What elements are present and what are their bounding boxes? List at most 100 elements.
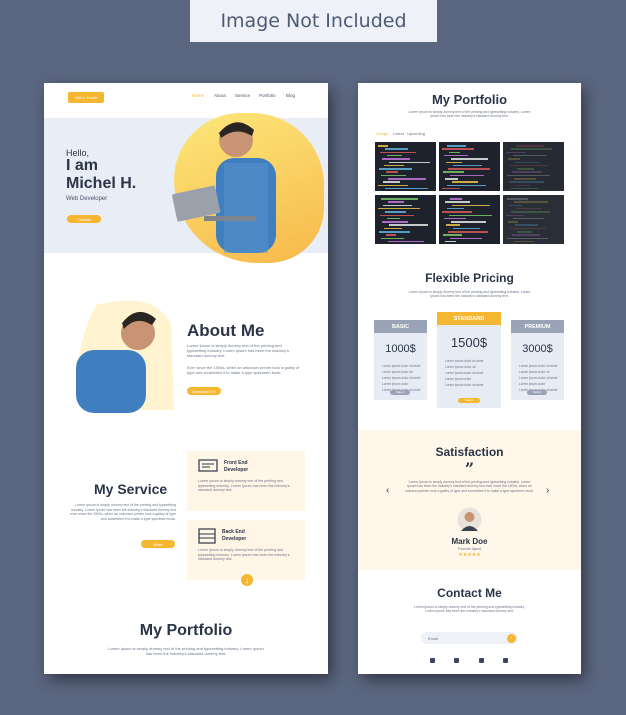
- about-person-illustration: [76, 300, 174, 413]
- portfolio-thumb-4[interactable]: [375, 195, 436, 244]
- image-not-included-banner: Image Not Included: [190, 0, 437, 42]
- code-line: [448, 231, 488, 233]
- portfolio-thumb-1[interactable]: [375, 142, 436, 191]
- contact-button[interactable]: Contact: [67, 215, 101, 223]
- code-line: [514, 240, 534, 243]
- code-line: [442, 187, 460, 190]
- code-line: [379, 168, 412, 170]
- plan-premium-price: 3000$: [522, 343, 553, 355]
- code-line: [385, 187, 428, 190]
- plan-standard-select-button[interactable]: Select: [458, 398, 480, 403]
- left-portfolio-title: My Portfolio: [139, 622, 233, 639]
- nav-home[interactable]: Home: [192, 93, 204, 98]
- pricing-title: Flexible Pricing: [425, 271, 514, 285]
- code-line: [380, 214, 414, 216]
- code-line: [446, 224, 460, 226]
- code-line: [382, 221, 408, 223]
- code-line: [510, 164, 548, 167]
- facebook-icon[interactable]: [454, 658, 459, 663]
- code-line: [511, 211, 550, 213]
- code-line: [453, 227, 480, 230]
- next-arrow-icon[interactable]: ›: [546, 485, 549, 496]
- service-card-frontend[interactable]: Front End Developer Lorem Ipsum is simpl…: [187, 451, 305, 511]
- contact-text: Lorem Ipsum is simply dummy text of the …: [413, 605, 526, 614]
- code-line: [515, 161, 540, 163]
- plan-premium: PREMIUM 3000$ Lorem ipsum dolor sit amet…: [511, 320, 564, 400]
- plan-basic-select-button[interactable]: Select: [390, 390, 410, 395]
- twitter-icon[interactable]: [430, 658, 435, 663]
- portfolio-thumb-2[interactable]: [439, 142, 500, 191]
- nav-about[interactable]: About: [214, 93, 226, 98]
- scroll-down-arrow-icon[interactable]: ↓: [241, 574, 253, 586]
- plan-feature: Lorem ipsum dolor sit amet: [445, 383, 484, 387]
- plan-standard-features: Lorem ipsum dolor sit amet Lorem ipsum d…: [437, 358, 501, 388]
- code-line: [512, 234, 540, 236]
- code-line: [507, 174, 550, 177]
- about-paragraph-2: Ever since the 1500s, when an unknown pr…: [187, 365, 300, 375]
- backend-title-2: Developer: [222, 536, 247, 542]
- code-line: [517, 231, 532, 233]
- code-line: [514, 178, 536, 180]
- service-text: Lorem Ipsum is simply dummy text of the …: [70, 503, 176, 521]
- plan-standard-name: STANDARD: [437, 312, 501, 325]
- code-line: [443, 171, 464, 173]
- code-line: [517, 168, 534, 170]
- code-line: [388, 178, 426, 180]
- tab-upcoming[interactable]: Upcoming: [407, 131, 425, 136]
- portfolio-thumb-3[interactable]: [503, 142, 564, 191]
- code-line: [378, 184, 408, 187]
- plan-premium-select-button[interactable]: Select: [527, 390, 547, 395]
- testimonial-position: Founder Agent: [458, 547, 481, 551]
- nav-portfolio[interactable]: Portfolio: [259, 93, 276, 98]
- code-line: [515, 224, 538, 226]
- code-line: [450, 198, 462, 200]
- code-line: [516, 184, 530, 187]
- code-line: [451, 158, 488, 160]
- code-line: [384, 164, 404, 167]
- code-line: [507, 237, 548, 240]
- code-line: [449, 151, 460, 154]
- instagram-icon[interactable]: [503, 658, 508, 663]
- send-arrow-icon[interactable]: ›: [507, 634, 516, 643]
- code-line: [511, 187, 538, 190]
- plan-basic-price: 1000$: [385, 343, 416, 355]
- banner-text: Image Not Included: [220, 10, 407, 32]
- nav-service[interactable]: Service: [235, 93, 250, 98]
- nav-blog[interactable]: Blog: [286, 93, 295, 98]
- plan-premium-features: Lorem ipsum dolor sit amet Lorem ipsum d…: [511, 363, 564, 393]
- code-line: [447, 207, 464, 210]
- code-line: [381, 174, 406, 177]
- code-line: [445, 201, 470, 203]
- code-line: [389, 161, 430, 163]
- get-in-touch-button[interactable]: Get in Touch: [68, 92, 104, 103]
- code-line: [447, 184, 486, 187]
- tab-design[interactable]: Design: [376, 131, 388, 136]
- portfolio-title: My Portfolio: [431, 92, 508, 107]
- satisfaction-title: Satisfaction: [435, 445, 504, 459]
- code-line: [514, 201, 548, 203]
- code-line: [387, 154, 402, 157]
- email-field[interactable]: Email ›: [421, 632, 518, 644]
- code-line: [444, 154, 468, 157]
- landing-page-right: My Portfolio Lorem Ipsum is simply dummy…: [358, 83, 581, 674]
- code-line: [383, 181, 400, 183]
- code-line: [516, 145, 544, 147]
- prev-arrow-icon[interactable]: ‹: [386, 485, 389, 496]
- code-line: [378, 145, 388, 147]
- linkedin-icon[interactable]: [479, 658, 484, 663]
- plan-basic: BASIC 1000$ Lorem ipsum dolor sit amet L…: [374, 320, 427, 400]
- service-title: My Service: [94, 481, 168, 497]
- code-line: [516, 207, 542, 210]
- plan-basic-name: BASIC: [374, 320, 427, 333]
- contact-title: Contact Me: [437, 586, 502, 600]
- download-cv-button[interactable]: Download CV: [187, 387, 221, 395]
- code-line: [385, 211, 406, 213]
- service-card-backend[interactable]: Back End Developer Lorem Ipsum is simply…: [187, 520, 305, 580]
- portfolio-thumb-6[interactable]: [503, 195, 564, 244]
- code-line: [380, 151, 416, 154]
- code-line: [452, 181, 478, 183]
- portfolio-thumb-5[interactable]: [439, 195, 500, 244]
- tab-latest[interactable]: Latest: [393, 131, 404, 136]
- testimonial-name: Mark Doe: [451, 537, 488, 546]
- service-more-button[interactable]: More: [141, 540, 175, 548]
